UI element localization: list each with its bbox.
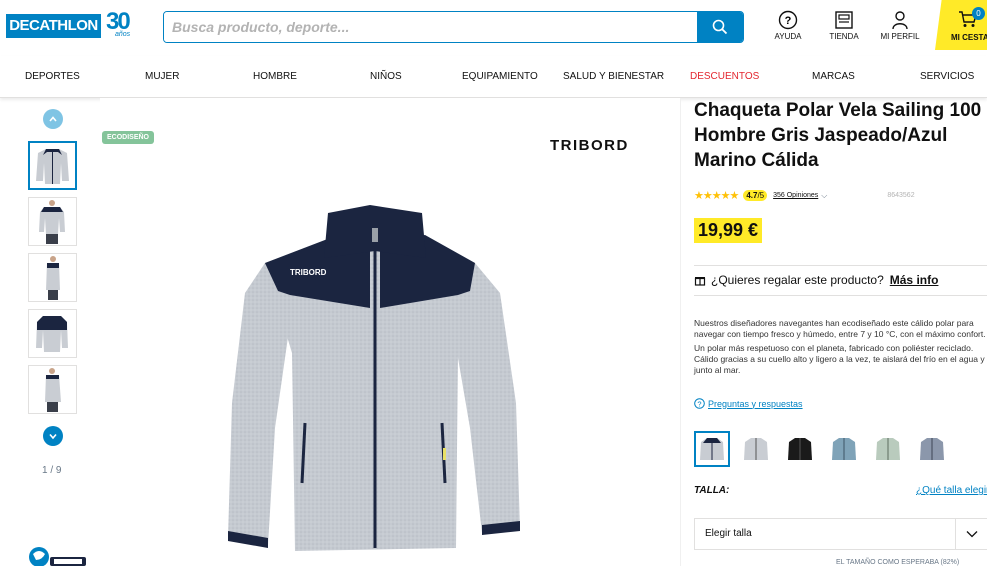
jacket-blue-swatch: [832, 438, 856, 460]
jacket-black-swatch: [788, 438, 812, 460]
nav-salud[interactable]: SALUD Y BIENESTAR: [563, 71, 664, 82]
jacket-profile-image: [45, 368, 61, 412]
jacket-model-image: [39, 200, 65, 244]
cart-button[interactable]: 0 MI CESTA: [935, 0, 987, 50]
help-link[interactable]: ? AYUDA: [758, 10, 818, 46]
product-description: Nuestros diseñadores navegantes han ecod…: [694, 318, 987, 379]
product-price: 19,99 €: [694, 218, 763, 243]
size-label: TALLA:: [694, 485, 730, 496]
search-input[interactable]: [164, 12, 699, 42]
qa-label: Preguntas y respuestas: [708, 398, 803, 409]
color-swatch-6[interactable]: [914, 431, 950, 467]
gift-info: ¿Quieres regalar este producto? Más info: [694, 273, 938, 287]
color-swatch-1[interactable]: [694, 431, 730, 467]
color-swatch-5[interactable]: [870, 431, 906, 467]
divider: [694, 295, 987, 296]
thumbs-up-button[interactable]: [43, 109, 63, 129]
nav-mujer[interactable]: MUJER: [145, 71, 179, 82]
size-select[interactable]: Elegir talla: [694, 518, 987, 550]
question-circle-icon: ?: [694, 398, 705, 409]
size-select-value: Elegir talla: [705, 528, 752, 539]
product-reference: 8643562: [887, 192, 915, 199]
jacket-grey-swatch: [744, 438, 768, 460]
divider: [694, 265, 987, 266]
jacket-back-image: [36, 316, 68, 352]
nav-descuentos[interactable]: DESCUENTOS: [690, 71, 759, 82]
chevron-down-icon[interactable]: ⌵: [821, 191, 827, 201]
jacket-slate-swatch: [920, 438, 944, 460]
description-paragraph-1: Nuestros diseñadores navegantes han ecod…: [694, 318, 986, 339]
rating-badge: 4.7/5: [743, 190, 768, 201]
color-swatch-3[interactable]: [782, 431, 818, 467]
store-label: TIENDA: [829, 32, 859, 41]
help-icon: ?: [778, 10, 798, 30]
cart-label: MI CESTA: [951, 33, 987, 42]
description-paragraph-2: Un polar más respetuoso con el planeta, …: [694, 343, 985, 375]
nav-ninos[interactable]: NIÑOS: [370, 71, 402, 82]
gift-text: ¿Quieres regalar este producto?: [711, 273, 884, 287]
thumbnail-gallery: 1 / 9: [0, 98, 100, 566]
rating-value: 4.7: [746, 191, 758, 200]
product-rating: ★★★★★ 4.7/5 356 Opiniones ⌵ 8643562: [694, 189, 915, 202]
search-icon: [712, 19, 728, 35]
color-swatch-4[interactable]: [826, 431, 862, 467]
help-label: AYUDA: [774, 32, 802, 41]
user-icon: [892, 11, 908, 30]
jacket-mint-swatch: [876, 438, 900, 460]
nav-hombre[interactable]: HOMBRE: [253, 71, 297, 82]
thumbnail-2[interactable]: [28, 197, 77, 246]
gift-more-info-link[interactable]: Más info: [890, 273, 939, 287]
eco-design-badge: ECODISEÑO: [102, 131, 155, 144]
svg-text:?: ?: [697, 399, 701, 408]
decathlon-logo[interactable]: DECATHLON: [6, 14, 101, 38]
jacket-front-image: [36, 149, 69, 184]
image-counter: 1 / 9: [42, 465, 62, 476]
search-button[interactable]: [697, 12, 743, 42]
store-icon: [835, 11, 853, 29]
nav-equipamiento[interactable]: EQUIPAMIENTO: [462, 71, 538, 82]
nav-servicios[interactable]: SERVICIOS: [920, 71, 974, 82]
ecodesign-globe-logo: [28, 544, 88, 567]
main-nav: DEPORTES MUJER HOMBRE NIÑOS EQUIPAMIENTO…: [0, 56, 987, 98]
rating-max: /5: [757, 191, 765, 200]
product-title: Chaqueta Polar Vela Sailing 100 Hombre G…: [694, 100, 982, 171]
search-bar: [163, 11, 744, 43]
reviews-link[interactable]: 356 Opiniones: [773, 192, 818, 199]
size-guide-link[interactable]: ¿Qué talla elegir?: [916, 485, 987, 496]
chevron-up-icon: [49, 116, 57, 122]
color-swatches: [694, 431, 958, 467]
jacket-side-image: [46, 256, 60, 300]
profile-label: MI PERFIL: [880, 32, 920, 41]
gift-icon: [694, 277, 706, 286]
jacket-grey-navy-swatch: [700, 438, 724, 460]
cart-count-badge: 0: [972, 7, 985, 20]
jacket-image: TRIBORD: [228, 205, 520, 551]
color-swatch-2[interactable]: [738, 431, 774, 467]
product-info-panel: Chaqueta Polar Vela Sailing 100 Hombre G…: [680, 98, 987, 566]
brand-logo[interactable]: TRIBORD: [550, 137, 629, 154]
star-rating-icon: ★★★★★: [694, 190, 739, 202]
profile-link[interactable]: MI PERFIL: [870, 10, 930, 46]
svg-text:?: ?: [785, 15, 792, 27]
thumbnail-5[interactable]: [28, 365, 77, 414]
anniversary-sub: años: [115, 31, 131, 38]
size-fit-note: EL TAMAÑO COMO ESPERABA (82%): [836, 559, 960, 566]
header: DECATHLON 30 años ? AYUDA TIENDA MI PERF…: [0, 0, 987, 56]
thumbnail-4[interactable]: [28, 309, 77, 358]
nav-marcas[interactable]: MARCAS: [812, 71, 855, 82]
chevron-down-icon: [49, 433, 57, 440]
main-product-image: ECODISEÑO TRIBORD TRIBORD: [100, 98, 680, 566]
qa-link[interactable]: ? Preguntas y respuestas: [694, 398, 803, 409]
chevron-down-icon: [955, 519, 987, 549]
store-link[interactable]: TIENDA: [814, 10, 874, 46]
thumbnail-1[interactable]: [28, 141, 77, 190]
nav-deportes[interactable]: DEPORTES: [25, 71, 80, 82]
thumbnail-3[interactable]: [28, 253, 77, 302]
jacket-brand-print: TRIBORD: [290, 268, 327, 277]
thumbs-down-button[interactable]: [43, 426, 63, 446]
